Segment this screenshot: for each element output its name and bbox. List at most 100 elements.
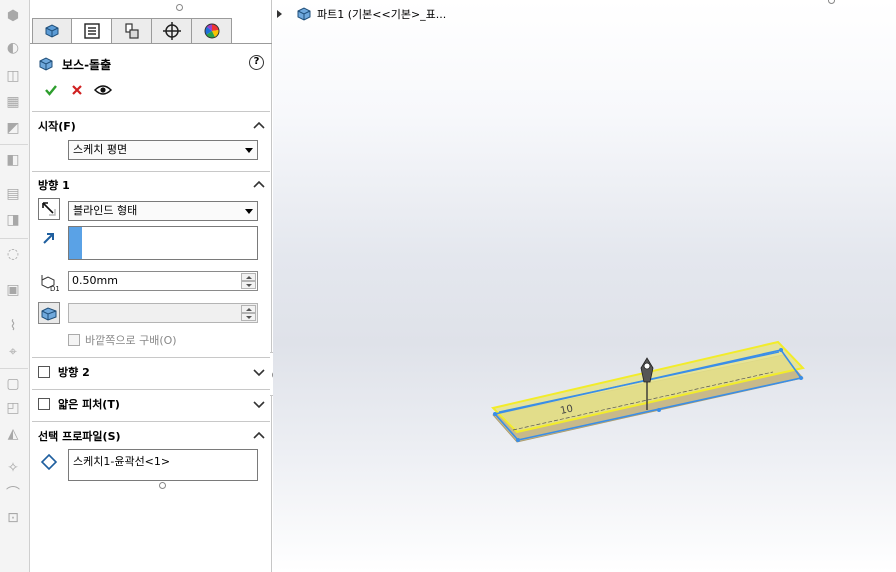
section-direction1-header[interactable]: 방향 1 — [38, 176, 266, 194]
selection-active-indicator — [69, 227, 82, 259]
end-condition-dropdown[interactable]: 블라인드 형태 — [68, 201, 258, 221]
section-from-header[interactable]: 시작(F) — [38, 117, 266, 135]
help-icon[interactable]: ? — [249, 55, 264, 70]
feature-title-row: 보스-돌출 ? — [38, 54, 264, 74]
section-direction2-title: 방향 2 — [58, 366, 90, 379]
section-thin-feature-title: 얇은 피처(T) — [58, 398, 120, 411]
draft-outward-option[interactable]: 바깥쪽으로 구배(O) — [68, 332, 177, 348]
chevron-down-icon[interactable] — [252, 397, 266, 411]
thin-feature-checkbox[interactable] — [38, 398, 50, 410]
feature-title: 보스-돌출 — [62, 57, 112, 72]
selected-contours-listbox[interactable]: 스케치1-윤곽선<1> — [68, 449, 258, 481]
panel-resize-handle[interactable] — [159, 482, 166, 489]
chevron-up-icon[interactable] — [252, 119, 266, 133]
loft-icon[interactable]: ▦ — [4, 94, 22, 110]
vertex-point — [493, 412, 497, 416]
tab-feature-manager[interactable] — [32, 18, 72, 44]
rib-icon[interactable]: ⌇ — [4, 318, 22, 334]
section-from-title: 시작(F) — [38, 120, 76, 133]
boundary-icon[interactable]: ◩ — [4, 120, 22, 136]
start-condition-value: 스케치 평면 — [73, 143, 128, 156]
part-name: 파트1 (기본<<기본>_표... — [317, 8, 447, 21]
part-icon — [297, 7, 311, 21]
extruded-boss-icon[interactable]: ⬢ — [4, 8, 22, 24]
section-divider — [32, 357, 270, 358]
panel-resize-handle[interactable] — [176, 4, 183, 11]
drag-handle-point — [643, 362, 651, 370]
cancel-button[interactable] — [64, 81, 90, 99]
revolved-cut-icon[interactable]: ◨ — [4, 212, 22, 228]
tab-divider — [30, 43, 272, 44]
extruded-cut-icon[interactable]: ◧ — [4, 152, 22, 168]
reverse-direction-icon — [42, 202, 56, 216]
section-thin-feature-header[interactable]: 얇은 피처(T) — [38, 395, 266, 413]
wrap-icon[interactable]: ◰ — [4, 400, 22, 416]
chevron-down-icon[interactable] — [252, 365, 266, 379]
action-buttons — [38, 81, 116, 99]
draft-icon[interactable]: ⌖ — [4, 344, 22, 360]
section-direction2-header[interactable]: 방향 2 — [38, 363, 266, 381]
command-separator — [0, 238, 28, 239]
property-list-icon — [83, 23, 100, 39]
fillet-icon[interactable]: ◌ — [4, 246, 22, 262]
draft-icon — [41, 307, 57, 321]
section-divider — [32, 171, 270, 172]
mirror-icon[interactable]: ◭ — [4, 426, 22, 442]
chevron-down-icon — [245, 148, 253, 153]
color-wheel-icon — [204, 23, 219, 39]
list-item[interactable]: 스케치1-윤곽선<1> — [73, 453, 253, 469]
shell-icon[interactable]: ▢ — [4, 376, 22, 392]
revolve-icon[interactable]: ◐ — [4, 40, 22, 56]
reference-geometry-icon[interactable]: ✧ — [4, 460, 22, 476]
command-separator — [0, 368, 28, 369]
manager-tabs — [32, 18, 232, 44]
ok-button[interactable] — [38, 81, 64, 99]
spin-up-button[interactable] — [241, 273, 256, 281]
tab-display-manager[interactable] — [192, 18, 232, 44]
spin-down-button[interactable] — [241, 281, 256, 289]
depth-input[interactable]: 0.50mm — [68, 271, 258, 291]
check-icon — [45, 85, 57, 96]
curves-icon[interactable]: ⌒ — [4, 486, 22, 502]
instant3d-icon[interactable]: ⊡ — [4, 510, 22, 526]
extrude-preview-model[interactable]: 10 — [473, 330, 813, 460]
graphics-area[interactable]: 파트1 (기본<<기본>_표... 10 — [273, 0, 896, 572]
tab-dimxpert-manager[interactable] — [152, 18, 192, 44]
tab-property-manager[interactable] — [72, 18, 112, 44]
chevron-up-icon[interactable] — [252, 178, 266, 192]
section-selected-contours-header[interactable]: 선택 프로파일(S) — [38, 427, 266, 445]
boss-extrude-icon — [39, 57, 53, 71]
draft-outward-checkbox[interactable] — [68, 334, 80, 346]
draft-toggle-button[interactable] — [38, 302, 60, 324]
configuration-icon — [124, 23, 139, 39]
depth-dimension-icon: D1 — [38, 271, 60, 293]
depth-value: 0.50mm — [72, 274, 118, 287]
spin-up-button[interactable] — [241, 305, 256, 313]
hole-wizard-icon[interactable]: ▤ — [4, 186, 22, 202]
start-condition-dropdown[interactable]: 스케치 평면 — [68, 140, 258, 160]
direction-reference-listbox[interactable] — [68, 226, 258, 260]
reverse-direction-button[interactable] — [38, 198, 60, 220]
eye-icon — [94, 85, 112, 95]
chevron-up-icon[interactable] — [252, 429, 266, 443]
draft-outward-label: 바깥쪽으로 구배(O) — [85, 334, 177, 347]
preview-button[interactable] — [90, 81, 116, 99]
end-condition-value: 블라인드 형태 — [73, 204, 138, 217]
direction2-checkbox[interactable] — [38, 366, 50, 378]
section-selected-contours-title: 선택 프로파일(S) — [38, 430, 121, 443]
svg-text:D1: D1 — [50, 285, 59, 292]
draft-angle-input[interactable] — [68, 303, 258, 323]
command-separator — [0, 144, 28, 145]
property-manager-panel: 보스-돌출 ? 시작(F) 스케치 평면 방향 1 블라인드 형태 D1 0.5… — [30, 0, 272, 572]
chevron-down-icon — [245, 209, 253, 214]
contour-diamond-icon — [38, 451, 60, 473]
sweep-icon[interactable]: ◫ — [4, 68, 22, 84]
viewport-split-handle[interactable] — [828, 0, 835, 4]
flyout-feature-tree[interactable]: 파트1 (기본<<기본>_표... — [277, 4, 446, 24]
section-divider — [32, 389, 270, 390]
expand-arrow-icon[interactable] — [277, 10, 282, 18]
pattern-icon[interactable]: ▣ — [4, 282, 22, 298]
tab-configuration-manager[interactable] — [112, 18, 152, 44]
spin-down-button[interactable] — [241, 313, 256, 321]
feature-tree-icon — [45, 24, 59, 38]
